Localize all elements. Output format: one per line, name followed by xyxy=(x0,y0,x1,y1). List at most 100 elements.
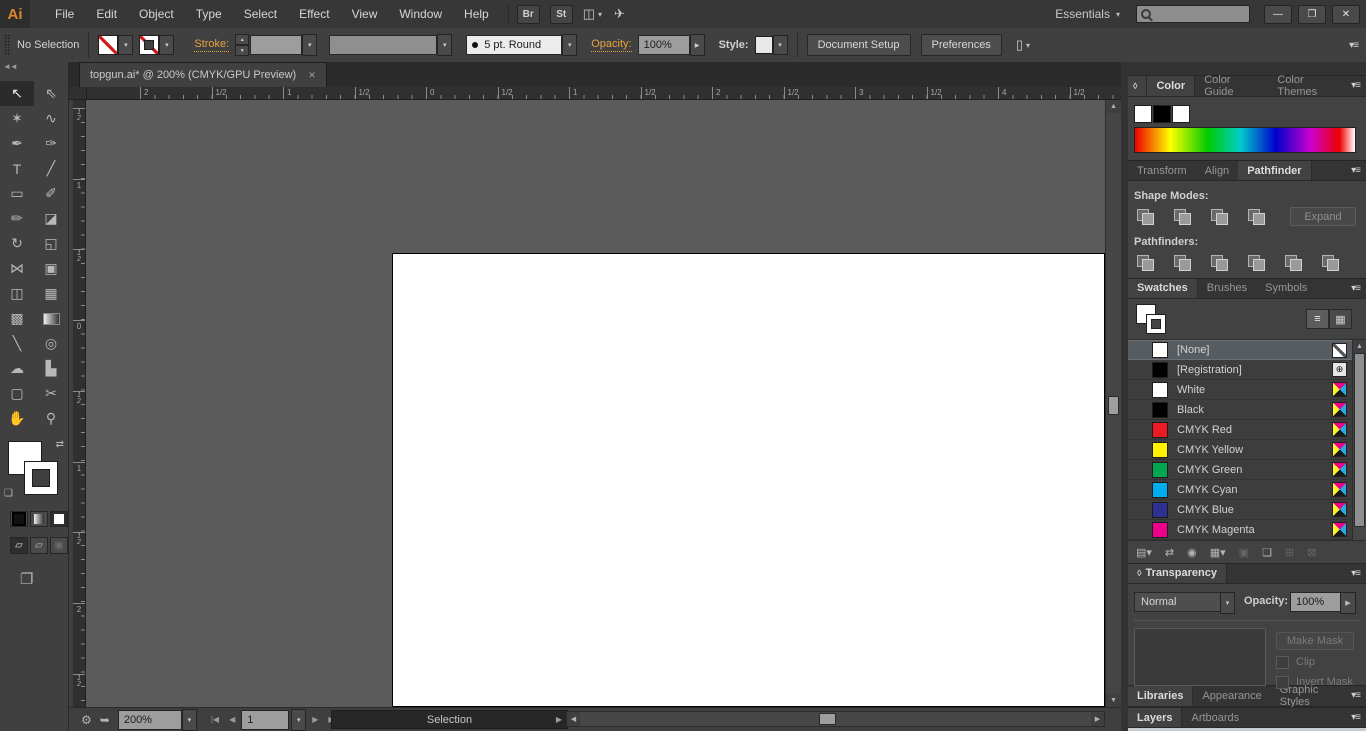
blend-mode-select[interactable]: Normal xyxy=(1134,592,1226,612)
tab-color-guide[interactable]: Color Guide xyxy=(1195,76,1268,96)
tab-color[interactable]: Color xyxy=(1147,76,1195,96)
scroll-left-icon[interactable]: ◀ xyxy=(567,712,580,726)
tab-color-themes[interactable]: Color Themes xyxy=(1268,76,1351,96)
tool-mesh[interactable]: ▩ xyxy=(0,306,34,331)
panel-menu-icon[interactable]: ▾≡ xyxy=(1351,686,1366,706)
drag-handle[interactable] xyxy=(4,34,11,56)
blend-mode-dropdown[interactable]: ▾ xyxy=(1220,592,1235,614)
swatch-row-cmyk-red[interactable]: CMYK Red xyxy=(1128,420,1352,440)
vertical-scroll-thumb[interactable] xyxy=(1108,396,1119,415)
horizontal-ruler[interactable]: 21/211/201/211/221/231/241/2 xyxy=(87,87,1121,100)
tab-close-icon[interactable]: ✕ xyxy=(308,70,316,81)
show-swatch-kinds-icon[interactable]: ▦▾ xyxy=(1210,546,1226,559)
close-button[interactable]: ✕ xyxy=(1332,5,1360,24)
menu-help[interactable]: Help xyxy=(453,7,500,21)
stroke-panel-link[interactable]: Stroke: xyxy=(194,38,229,52)
profile-dropdown[interactable]: ▾ xyxy=(562,34,577,56)
new-color-group-icon[interactable]: ❏ xyxy=(1262,546,1272,559)
default-fill-stroke-icon[interactable]: ❏ xyxy=(4,488,13,499)
tool-curvature[interactable]: ✑ xyxy=(34,131,68,156)
opacity-slider-icon[interactable]: ▶ xyxy=(1340,592,1356,614)
panel-menu-icon[interactable]: ▾≡ xyxy=(1351,76,1366,96)
fill-color-control[interactable]: ▾ xyxy=(98,35,133,55)
status-display[interactable]: Selection ▶ xyxy=(331,710,568,729)
stroke-weight-dropdown[interactable]: ▾ xyxy=(302,34,317,56)
zoom-level-field[interactable]: 200% xyxy=(118,710,182,730)
draw-inside-icon[interactable]: ▣ xyxy=(50,537,68,554)
tool-selection[interactable]: ↖ xyxy=(0,81,34,106)
horizontal-scrollbar[interactable]: ◀ ▶ xyxy=(566,711,1105,727)
scroll-thumb[interactable] xyxy=(1354,353,1365,527)
white-color-swatch[interactable] xyxy=(1172,105,1190,123)
pathfinder-merge-icon[interactable] xyxy=(1208,253,1232,272)
restore-button[interactable]: ❐ xyxy=(1298,5,1326,24)
swatch-libraries-menu-icon[interactable]: ▤▾ xyxy=(1136,546,1152,559)
scroll-up-icon[interactable]: ▲ xyxy=(1353,340,1366,352)
tool-direct-selection[interactable]: ⇖ xyxy=(34,81,68,106)
canvas[interactable] xyxy=(86,100,1105,707)
tool-hand[interactable]: ✋ xyxy=(0,406,34,431)
vertical-scrollbar[interactable]: ▲ ▼ xyxy=(1105,100,1121,707)
pathfinder-crop-icon[interactable] xyxy=(1245,253,1269,272)
tool-slice[interactable]: ✂ xyxy=(34,381,68,406)
tab-symbols[interactable]: Symbols xyxy=(1256,279,1316,298)
bridge-button[interactable]: Br xyxy=(517,5,540,24)
swatch-row-white[interactable]: White xyxy=(1128,380,1352,400)
tool-blend[interactable]: ◎ xyxy=(34,331,68,356)
style-swatch[interactable] xyxy=(755,36,773,54)
gradient-button[interactable] xyxy=(30,511,48,527)
swatch-row--registration-[interactable]: [Registration]⊕ xyxy=(1128,360,1352,380)
tab-appearance[interactable]: Appearance xyxy=(1193,686,1270,706)
dock-divider[interactable] xyxy=(1121,62,1128,731)
swatch-row-black[interactable]: Black xyxy=(1128,400,1352,420)
tool-perspective-grid[interactable]: ▦ xyxy=(34,281,68,306)
search-input[interactable] xyxy=(1155,7,1245,21)
shape-mode-unite-icon[interactable] xyxy=(1134,207,1158,226)
tool-lasso[interactable]: ∿ xyxy=(34,106,68,131)
ruler-origin-corner[interactable] xyxy=(69,87,87,100)
color-spectrum-bar[interactable] xyxy=(1134,127,1356,153)
tab-swatches[interactable]: Swatches xyxy=(1128,279,1198,298)
tab-pathfinder[interactable]: Pathfinder xyxy=(1238,161,1311,180)
tab-artboards[interactable]: Artboards xyxy=(1182,708,1248,727)
draw-normal-icon[interactable]: ▱ xyxy=(10,537,28,554)
export-icon[interactable]: ➥ xyxy=(100,713,110,727)
shape-mode-exclude-icon[interactable] xyxy=(1245,207,1269,226)
draw-behind-icon[interactable]: ▱ xyxy=(30,537,48,554)
tab-align[interactable]: Align xyxy=(1196,161,1238,180)
black-color-swatch[interactable] xyxy=(1153,105,1171,123)
color-button[interactable] xyxy=(10,511,28,527)
swatch-row--none-[interactable]: [None] xyxy=(1128,340,1352,360)
menu-effect[interactable]: Effect xyxy=(288,7,340,21)
swatch-row-cmyk-magenta[interactable]: CMYK Magenta xyxy=(1128,520,1352,540)
swatch-scrollbar[interactable]: ▲ ▼ xyxy=(1352,340,1366,540)
swatch-row-cmyk-blue[interactable]: CMYK Blue xyxy=(1128,500,1352,520)
swatch-row-cmyk-yellow[interactable]: CMYK Yellow xyxy=(1128,440,1352,460)
swatch-options-icon[interactable]: ◉ xyxy=(1187,546,1197,559)
stroke-weight-stepper[interactable]: ▲ ▼ xyxy=(235,34,249,56)
stroke-swatch[interactable] xyxy=(24,461,58,495)
panel-menu-icon[interactable]: ▾≡ xyxy=(1349,40,1358,51)
fill-stroke-indicator[interactable] xyxy=(1136,304,1170,334)
tool-zoom[interactable]: ⚲ xyxy=(34,406,68,431)
status-menu-icon[interactable]: ▶ xyxy=(556,715,562,724)
tool-column-graph[interactable]: ▙ xyxy=(34,356,68,381)
stock-button[interactable]: St xyxy=(550,5,573,24)
tab-brushes[interactable]: Brushes xyxy=(1198,279,1256,298)
zoom-dropdown[interactable]: ▾ xyxy=(182,709,197,731)
artboard-dropdown[interactable]: ▾ xyxy=(291,709,306,731)
scroll-right-icon[interactable]: ▶ xyxy=(1091,712,1104,726)
previous-artboard-icon[interactable]: ◀ xyxy=(225,715,239,724)
scroll-down-icon[interactable]: ▼ xyxy=(1106,694,1121,707)
pathfinder-trim-icon[interactable] xyxy=(1171,253,1195,272)
toolbar-collapse-icon[interactable]: ◄◄ xyxy=(0,62,68,75)
opacity-dropdown[interactable]: ▶ xyxy=(690,34,705,56)
tool-rotate[interactable]: ↻ xyxy=(0,231,34,256)
none-color-swatch[interactable] xyxy=(1134,105,1152,123)
tab-libraries[interactable]: Libraries xyxy=(1128,686,1193,706)
list-view-icon[interactable]: ≡ xyxy=(1306,309,1329,329)
panel-menu-icon[interactable]: ▾≡ xyxy=(1351,161,1366,180)
swatch-row-cmyk-green[interactable]: CMYK Green xyxy=(1128,460,1352,480)
settings-sync-icon[interactable]: ⚙ xyxy=(81,713,92,727)
tool-symbol-sprayer[interactable]: ☁ xyxy=(0,356,34,381)
